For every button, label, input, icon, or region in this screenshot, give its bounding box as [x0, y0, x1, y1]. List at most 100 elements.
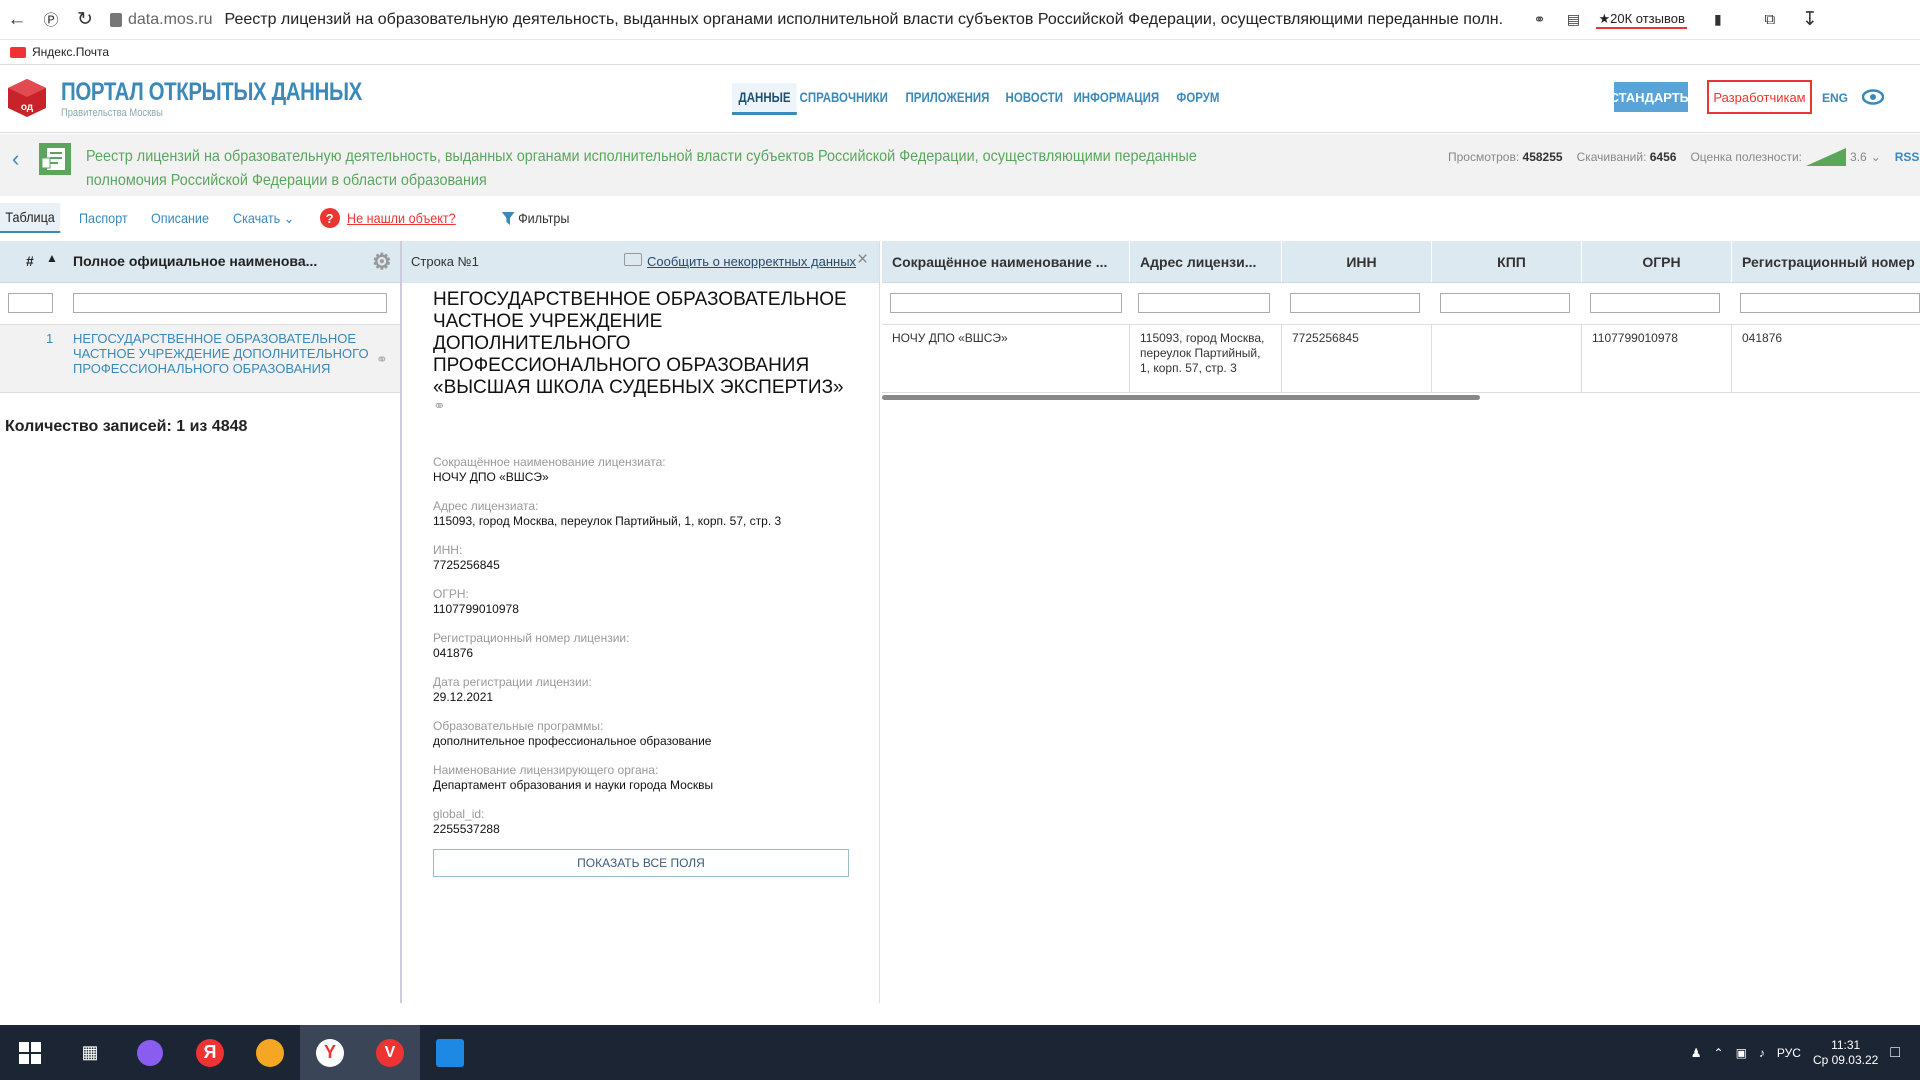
yandex-icon[interactable]: Ⓟ	[34, 3, 68, 37]
reload-icon[interactable]: ↻	[68, 3, 102, 37]
dataset-stats: Просмотров: 458255 Скачиваний: 6456 Оцен…	[1448, 148, 1919, 166]
chevron-down-icon: ⌄	[1870, 150, 1881, 164]
column-name-header[interactable]: Полное официальное наименова...	[73, 253, 317, 269]
field-label: Наименование лицензирующего органа:	[433, 763, 659, 777]
eye-icon[interactable]	[1862, 89, 1884, 105]
link-icon[interactable]: ⚭	[433, 397, 446, 415]
windows-start-icon[interactable]	[0, 1025, 60, 1080]
gear-icon[interactable]: ⚙	[372, 249, 392, 275]
downloads-stat: Скачиваний: 6456	[1577, 150, 1677, 164]
bookmark-yandex-mail[interactable]: Яндекс.Почта	[32, 45, 109, 59]
bookmark-icon[interactable]: ▮	[1701, 3, 1735, 37]
tab-passport[interactable]: Паспорт	[79, 210, 128, 226]
portal-logo-icon[interactable]: од	[6, 77, 48, 119]
not-found-link[interactable]: Не нашли объект?	[347, 210, 456, 226]
table-row[interactable]: НОЧУ ДПО «ВШСЭ» 115093, город Москва, пе…	[882, 325, 1920, 393]
column-header-address[interactable]: Адрес лицензи...	[1130, 241, 1282, 282]
field-licensing-body: Наименование лицензирующего органа: Депар…	[433, 763, 713, 792]
field-value: НОЧУ ДПО «ВШСЭ»	[433, 470, 549, 484]
svg-text:од: од	[21, 102, 34, 113]
chevron-down-icon: ⌄	[284, 209, 295, 226]
rating-stat[interactable]: Оценка полезности: 3.6 ⌄	[1690, 148, 1881, 166]
language-switch[interactable]: ENG	[1822, 91, 1848, 105]
field-label: Образовательные программы:	[433, 719, 604, 733]
filter-inn-input[interactable]	[1290, 293, 1420, 313]
nav-data[interactable]: ДАННЫЕ	[732, 83, 798, 115]
filter-number-input[interactable]	[8, 293, 53, 313]
views-value: 458255	[1522, 150, 1563, 164]
filter-kpp-input[interactable]	[1440, 293, 1570, 313]
column-header-short-name[interactable]: Сокращённое наименование ...	[882, 241, 1130, 282]
field-inn: ИНН: 7725256845	[433, 543, 500, 572]
person-icon[interactable]: ♟	[1691, 1046, 1702, 1060]
rating-bar-icon	[1806, 148, 1847, 166]
filters-button[interactable]: Фильтры	[501, 210, 570, 226]
vivaldi-icon[interactable]: V	[360, 1025, 420, 1080]
column-header-ogrn[interactable]: ОГРН	[1582, 241, 1732, 282]
language-indicator[interactable]: РУС	[1777, 1046, 1801, 1060]
notifications-icon[interactable]: □	[1890, 1044, 1900, 1062]
volume-icon[interactable]: ♪	[1759, 1046, 1765, 1060]
link-icon[interactable]: ⚭	[376, 351, 388, 368]
nav-references[interactable]: СПРАВОЧНИКИ	[793, 83, 894, 115]
rss-link[interactable]: RSS	[1895, 150, 1920, 164]
report-incorrect-link[interactable]: Сообщить о некорректных данных	[647, 254, 856, 269]
back-icon[interactable]: ←	[0, 3, 34, 37]
filter-name-input[interactable]	[73, 293, 387, 313]
column-header-kpp[interactable]: КПП	[1432, 241, 1582, 282]
headphones-icon[interactable]: ⚭	[1522, 3, 1556, 37]
reviews-badge[interactable]: ★20К отзывов	[1596, 11, 1687, 29]
table-row[interactable]: 1 НЕГОСУДАРСТВЕННОЕ ОБРАЗОВАТЕЛЬНОЕ ЧАСТ…	[0, 325, 400, 393]
yandex-browser-icon[interactable]: Y	[300, 1025, 360, 1080]
yandex-app-icon[interactable]: Я	[180, 1025, 240, 1080]
task-view-icon[interactable]: ▦	[60, 1025, 120, 1080]
portal-title[interactable]: ПОРТАЛ ОТКРЫТЫХ ДАННЫХ	[61, 78, 362, 107]
network-icon[interactable]: ▣	[1736, 1046, 1747, 1060]
column-number-header[interactable]: #	[26, 253, 34, 269]
column-header-inn[interactable]: ИНН	[1282, 241, 1432, 282]
nav-forum[interactable]: ФОРУМ	[1170, 83, 1226, 115]
filter-ogrn-input[interactable]	[1590, 293, 1720, 313]
right-table-header: Сокращённое наименование ... Адрес лицен…	[882, 241, 1920, 283]
filter-reg-number-input[interactable]	[1740, 293, 1920, 313]
nav-news[interactable]: НОВОСТИ	[999, 83, 1070, 115]
app-store-icon[interactable]	[420, 1025, 480, 1080]
standards-button[interactable]: СТАНДАРТЫ	[1610, 82, 1692, 112]
field-value: 041876	[433, 646, 474, 660]
comment-icon	[624, 253, 642, 266]
collections-icon[interactable]: ⧉	[1753, 3, 1787, 37]
reader-icon[interactable]: ▤	[1556, 3, 1590, 37]
developers-button[interactable]: Разработчикам	[1707, 80, 1812, 114]
chevron-up-icon[interactable]: ⌃	[1714, 1046, 1724, 1060]
alice-icon[interactable]	[120, 1025, 180, 1080]
field-label: ИНН:	[433, 543, 463, 557]
sort-asc-icon[interactable]: ▲	[46, 251, 58, 265]
tab-download[interactable]: Скачать ⌄	[233, 210, 294, 227]
row-name-link[interactable]: НЕГОСУДАРСТВЕННОЕ ОБРАЗОВАТЕЛЬНОЕ ЧАСТНО…	[73, 331, 373, 376]
back-chevron-icon[interactable]: ‹	[12, 146, 19, 172]
views-stat: Просмотров: 458255	[1448, 150, 1563, 164]
field-programs: Образовательные программы: дополнительное…	[433, 719, 711, 748]
cell-address: 115093, город Москва, переулок Партийный…	[1130, 325, 1282, 392]
field-value: Департамент образования и науки города М…	[433, 778, 714, 792]
horizontal-scrollbar[interactable]	[882, 395, 1480, 400]
nav-apps[interactable]: ПРИЛОЖЕНИЯ	[899, 83, 996, 115]
url-host: data.mos.ru	[128, 10, 213, 28]
clock[interactable]: 11:31 Ср 09.03.22	[1813, 1038, 1878, 1068]
tab-description[interactable]: Описание	[151, 210, 209, 226]
mail-app-icon[interactable]	[240, 1025, 300, 1080]
close-icon[interactable]: ×	[857, 249, 868, 271]
clock-time: 11:31	[1831, 1037, 1861, 1052]
filter-short-name-input[interactable]	[890, 293, 1122, 313]
download-icon[interactable]: ↧	[1793, 3, 1827, 37]
filter-address-input[interactable]	[1138, 293, 1270, 313]
nav-info[interactable]: ИНФОРМАЦИЯ	[1067, 83, 1166, 115]
column-header-reg-number[interactable]: Регистрационный номер	[1732, 241, 1920, 282]
rating-value: 3.6	[1850, 150, 1867, 164]
detail-panel: Строка №1 Сообщить о некорректных данных…	[400, 241, 880, 1003]
tab-table[interactable]: Таблица	[0, 203, 61, 233]
show-all-fields-button[interactable]: ПОКАЗАТЬ ВСЕ ПОЛЯ	[433, 849, 849, 877]
view-tabs: Таблица Паспорт Описание Скачать ⌄ ? Не …	[0, 202, 1920, 234]
right-filter-row	[882, 283, 1920, 325]
address-bar[interactable]: data.mos.ru Реестр лицензий на образоват…	[110, 11, 1504, 29]
